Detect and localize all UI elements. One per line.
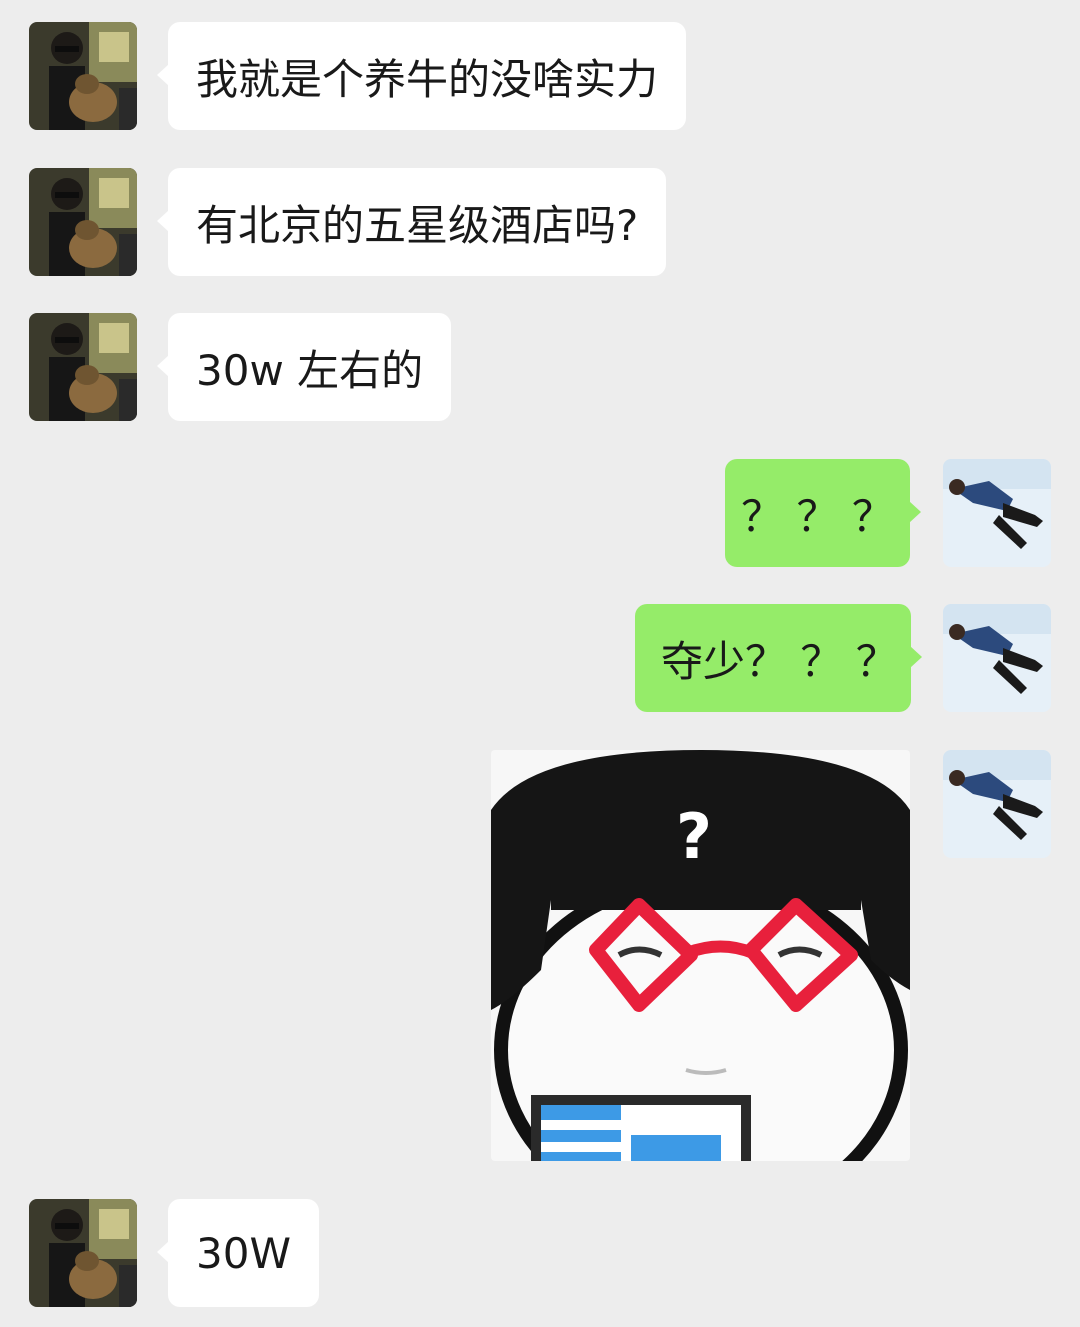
my-avatar[interactable] bbox=[943, 459, 1051, 567]
message-text: ？ ？ ？ bbox=[741, 491, 894, 541]
friend-avatar[interactable] bbox=[29, 1199, 137, 1307]
message-bubble-incoming[interactable]: 我就是个养牛的没啥实力 bbox=[156, 22, 687, 130]
message-text: 夺少？ ？ ？ bbox=[661, 636, 898, 686]
confused-girl-red-glasses-sticker-icon: ? bbox=[491, 750, 910, 1161]
my-avatar[interactable] bbox=[943, 750, 1051, 858]
message-bubble-incoming[interactable]: 30w 左右的 bbox=[156, 313, 452, 421]
message-text: 有北京的五星级酒店吗? bbox=[196, 200, 639, 250]
friend-avatar[interactable] bbox=[29, 168, 137, 276]
person-with-dog-photo-avatar-icon bbox=[29, 168, 137, 276]
message-text: 30W bbox=[196, 1228, 291, 1278]
person-lying-in-snow-photo-avatar-icon bbox=[943, 604, 1051, 712]
friend-avatar[interactable] bbox=[29, 313, 137, 421]
person-with-dog-photo-avatar-icon bbox=[29, 22, 137, 130]
message-text: 30w 左右的 bbox=[196, 345, 424, 395]
message-bubble-incoming[interactable]: 30W bbox=[157, 1199, 319, 1307]
question-mark-text: ? bbox=[676, 800, 712, 873]
message-bubble-incoming[interactable]: 有北京的五星级酒店吗? bbox=[156, 168, 667, 276]
my-avatar[interactable] bbox=[943, 604, 1051, 712]
person-with-dog-photo-avatar-icon bbox=[29, 1199, 137, 1307]
person-lying-in-snow-photo-avatar-icon bbox=[943, 459, 1051, 567]
friend-avatar[interactable] bbox=[29, 22, 137, 130]
message-bubble-outgoing[interactable]: 夺少？ ？ ？ bbox=[635, 604, 922, 712]
sticker-message[interactable]: ? bbox=[491, 750, 910, 1161]
person-lying-in-snow-photo-avatar-icon bbox=[943, 750, 1051, 858]
message-bubble-outgoing[interactable]: ？ ？ ？ bbox=[725, 459, 921, 567]
message-text: 我就是个养牛的没啥实力 bbox=[196, 54, 659, 104]
person-with-dog-photo-avatar-icon bbox=[29, 313, 137, 421]
